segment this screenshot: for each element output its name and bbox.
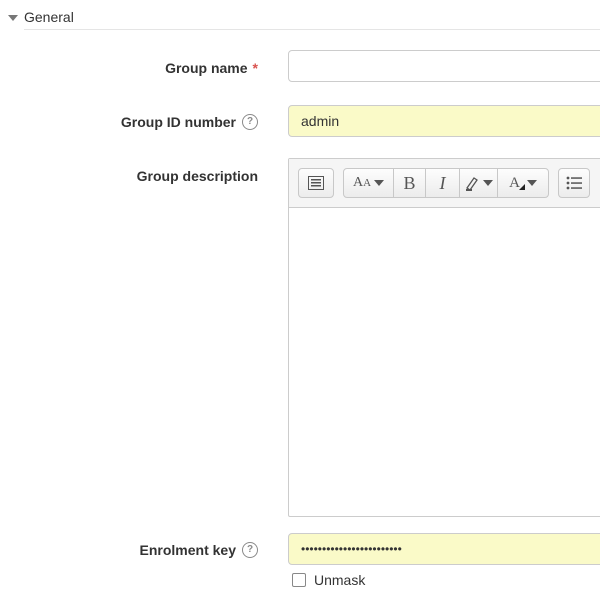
toolbar-toggle-icon (308, 176, 324, 190)
toolbar-group-format: AA B I A (343, 168, 549, 198)
enrolment-key-label: Enrolment key ? (140, 540, 258, 560)
unmask-row[interactable]: Unmask (292, 572, 365, 588)
font-color-icon: A (509, 175, 525, 192)
highlighter-icon (466, 177, 478, 191)
font-size-button[interactable]: AA (344, 169, 394, 197)
chevron-down-icon (374, 180, 385, 186)
unmask-label[interactable]: Unmask (314, 572, 365, 588)
toolbar-group-toggle (298, 168, 334, 198)
help-icon[interactable]: ? (242, 542, 258, 558)
italic-icon: I (439, 172, 446, 193)
help-icon[interactable]: ? (242, 114, 258, 130)
enrolment-key-input[interactable]: •••••••••••••••••••••••• (288, 533, 600, 565)
section-divider (24, 29, 600, 30)
enrolment-key-label-text: Enrolment key (139, 542, 236, 558)
group-description-label: Group description (137, 166, 258, 186)
group-id-label-text: Group ID number (120, 114, 236, 130)
unmask-checkbox[interactable] (292, 573, 306, 587)
toolbar-group-list (558, 168, 590, 198)
description-textarea[interactable] (289, 208, 600, 516)
bold-icon: B (403, 172, 416, 193)
font-size-icon: AA (352, 175, 372, 190)
description-editor[interactable]: AA B I A (288, 158, 600, 517)
bold-button[interactable]: B (394, 169, 426, 197)
group-name-label-text: Group name (165, 60, 248, 76)
editor-toolbar: AA B I A (289, 159, 600, 208)
caret-down-icon[interactable] (8, 14, 18, 21)
list-icon (566, 176, 582, 190)
required-icon: * (252, 60, 258, 76)
italic-button[interactable]: I (426, 169, 460, 197)
group-description-label-text: Group description (136, 168, 258, 184)
section-header-general[interactable]: General (8, 6, 74, 28)
group-name-label: Group name * (165, 58, 258, 78)
enrolment-key-value: •••••••••••••••••••••••• (301, 542, 402, 556)
list-button[interactable] (559, 169, 589, 197)
highlight-button[interactable] (460, 169, 498, 197)
group-id-label: Group ID number ? (121, 112, 258, 132)
group-id-input[interactable] (288, 105, 600, 137)
group-name-input[interactable] (288, 50, 600, 82)
chevron-down-icon (526, 180, 537, 186)
chevron-down-icon (483, 180, 493, 186)
section-title: General (24, 9, 74, 25)
font-color-button[interactable]: A (498, 169, 548, 197)
toolbar-toggle-button[interactable] (299, 169, 333, 197)
